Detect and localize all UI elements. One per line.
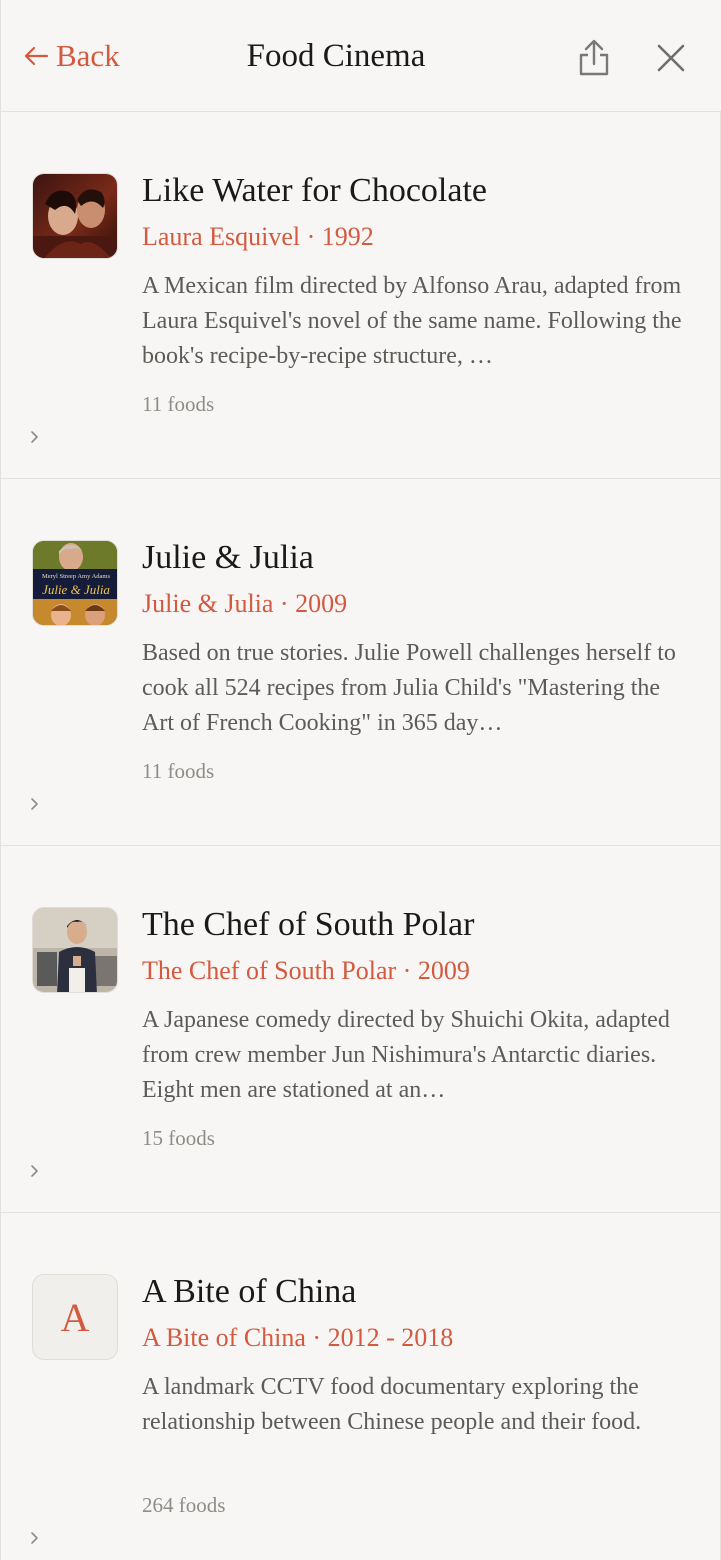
share-button[interactable]	[572, 36, 616, 80]
chevron-right-icon	[31, 431, 38, 443]
item-title: The Chef of South Polar	[142, 906, 475, 943]
poster-names: Meryl Streep Amy Adams	[42, 573, 111, 580]
chevron-right-icon	[31, 798, 38, 810]
list-item[interactable]: The Chef of South Polar The Chef of Sout…	[1, 846, 721, 1213]
item-title: Julie & Julia	[142, 539, 314, 576]
item-description: A Mexican film directed by Alfonso Arau,…	[142, 273, 682, 369]
item-description: A landmark CCTV food documentary explori…	[142, 1374, 642, 1435]
close-icon	[657, 44, 685, 72]
letter-avatar: A	[32, 1274, 118, 1360]
item-title: A Bite of China	[142, 1273, 357, 1310]
food-count: 264 foods	[142, 1493, 226, 1517]
list-item[interactable]: Like Water for Chocolate Laura Esquivel …	[1, 112, 721, 479]
arrow-left-icon	[24, 46, 49, 66]
item-subtitle: Julie & Julia · 2009	[142, 589, 348, 618]
food-count: 11 foods	[142, 392, 215, 416]
top-bar: Back Food Cinema	[1, 0, 721, 112]
food-count: 15 foods	[142, 1126, 215, 1150]
list-item[interactable]: Meryl Streep Amy Adams Julie & Julia Jul…	[1, 479, 721, 846]
page-title: Food Cinema	[246, 38, 426, 74]
back-button[interactable]: Back	[23, 36, 120, 76]
share-icon	[579, 39, 609, 76]
item-subtitle: A Bite of China · 2012 - 2018	[142, 1323, 454, 1352]
poster-thumbnail	[32, 907, 118, 993]
poster-thumbnail	[32, 173, 118, 259]
chevron-right-icon	[31, 1532, 38, 1544]
close-button[interactable]	[649, 36, 693, 80]
item-description: A Japanese comedy directed by Shuichi Ok…	[142, 1007, 670, 1103]
poster-thumbnail: Meryl Streep Amy Adams Julie & Julia	[32, 540, 118, 626]
list-item[interactable]: A A Bite of China A Bite of China · 2012…	[1, 1213, 721, 1560]
app-frame: Back Food Cinema Like Water for Chocolat…	[0, 0, 721, 1560]
chevron-right-icon	[31, 1165, 38, 1177]
back-label: Back	[56, 38, 120, 73]
item-subtitle: Laura Esquivel · 1992	[142, 222, 374, 251]
poster-title: Julie & Julia	[42, 582, 110, 597]
food-count: 11 foods	[142, 759, 215, 783]
film-list: Like Water for Chocolate Laura Esquivel …	[1, 112, 721, 1560]
item-title: Like Water for Chocolate	[142, 172, 487, 209]
item-description: Based on true stories. Julie Powell chal…	[142, 640, 676, 736]
item-subtitle: The Chef of South Polar · 2009	[142, 956, 470, 985]
